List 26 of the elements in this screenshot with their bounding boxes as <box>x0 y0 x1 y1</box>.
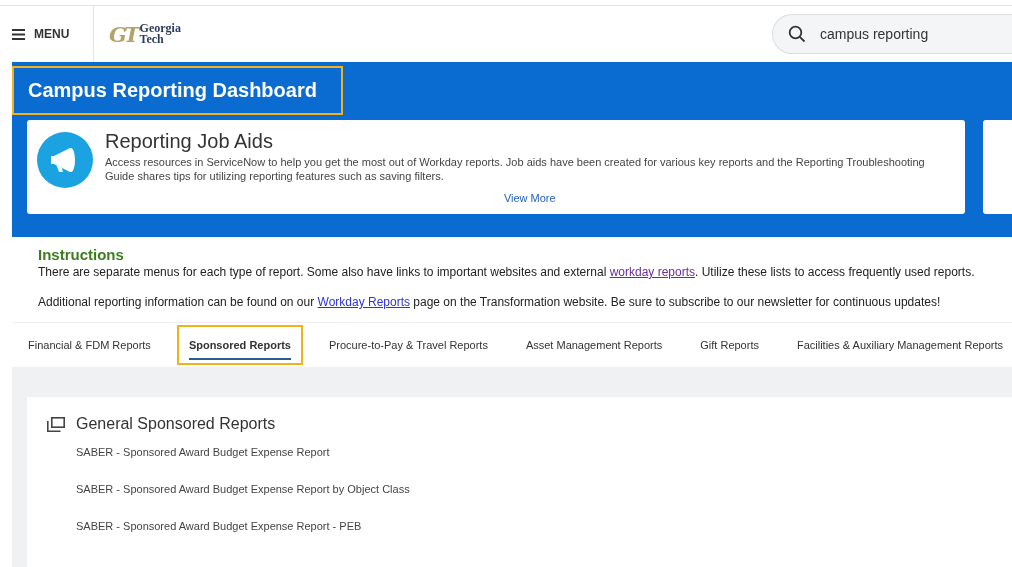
report-tab[interactable]: Asset Management Reports <box>513 325 675 365</box>
menu-icon <box>12 28 25 40</box>
report-tab[interactable]: Gift Reports <box>688 325 771 365</box>
logo-monogram: GT <box>109 21 137 47</box>
logo-text: Georgia <box>139 23 181 34</box>
windows-icon <box>47 416 65 432</box>
search-field[interactable]: campus reporting <box>772 13 1012 54</box>
report-tab[interactable]: Sponsored Reports <box>176 325 303 365</box>
card-description: Access resources in ServiceNow to help you get the most out of Workday reports. Job aids have been created for various key reports and the Reporting Troubleshooting Guide shares tips for utilizing reporting features such as saving filters. <box>105 155 926 183</box>
section-title: General Sponsored Reports <box>76 415 276 433</box>
view-more-link[interactable]: View More <box>503 192 556 204</box>
instructions-paragraph: There are separate menus for each type of report. Some also have links to important websites and external workday reports. Utilize these lists to access frequently used reports. <box>38 265 976 280</box>
dashboard-title: Campus Reporting Dashboard <box>12 66 343 115</box>
report-tab[interactable]: Facilities & Auxiliary Management Reports <box>784 325 1012 365</box>
report-tab[interactable]: Financial & FDM Reports <box>16 325 163 365</box>
text-link[interactable]: workday reports <box>609 265 695 279</box>
instructions-heading: Instructions <box>38 246 125 263</box>
logo-text: Tech <box>139 34 164 45</box>
card-title: Reporting Job Aids <box>105 130 274 153</box>
report-tab[interactable]: Procure-to-Pay & Travel Reports <box>316 325 500 365</box>
report-link[interactable]: SABER - Sponsored Award Budget Expense Report - PEB <box>47 519 362 533</box>
report-link[interactable]: SABER - Sponsored Award Budget Expense Report <box>47 445 330 459</box>
instructions-paragraph: Additional reporting information can be found on our Workday Reports page on the Transformation website. Be sure to subscribe to our newsletter for continuous updates! <box>38 295 942 310</box>
text-link[interactable]: Workday Reports <box>317 295 410 309</box>
report-link[interactable]: SABER - Sponsored Award Budget Expense Report by Object Class <box>47 482 410 496</box>
megaphone-icon <box>37 132 93 188</box>
